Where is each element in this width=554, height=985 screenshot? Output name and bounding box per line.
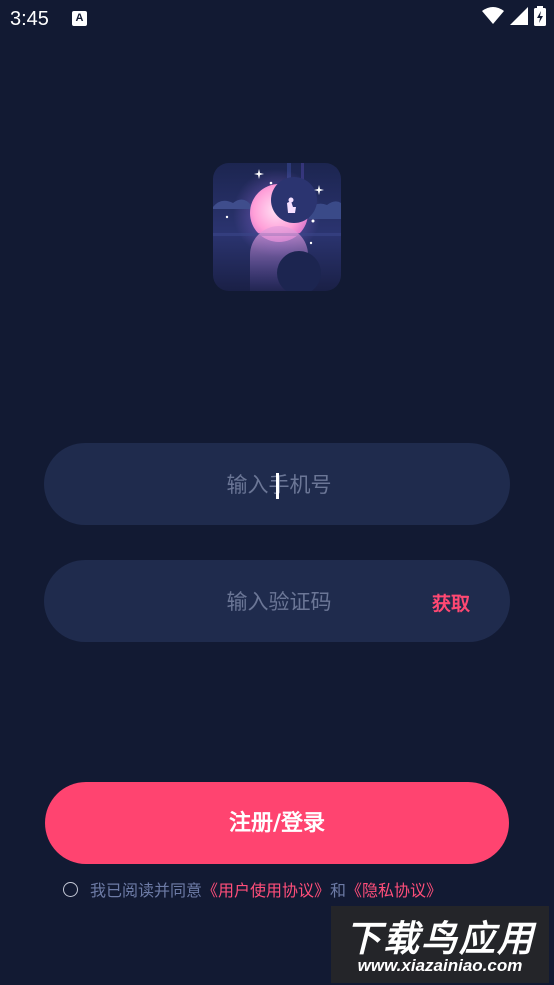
watermark-title: 下载鸟应用 [344, 919, 535, 960]
watermark: 下载鸟应用 www.xiazainiao.com [331, 906, 549, 983]
agreement-conjunction: 和 [330, 881, 347, 900]
status-icons [482, 6, 546, 30]
user-agreement-link[interactable]: 《用户使用协议》 [202, 877, 330, 901]
phone-input[interactable] [44, 443, 514, 527]
battery-charging-icon [534, 6, 546, 30]
agreement-row: 我已阅读并同意 《用户使用协议》 和 《隐私协议》 [63, 877, 442, 901]
register-login-button[interactable]: 注册/登录 [45, 782, 509, 864]
status-time: 3:45 [10, 8, 49, 30]
code-input-field[interactable]: 获取 [44, 560, 514, 644]
moon-logo-icon [213, 163, 341, 291]
text-cursor [276, 473, 279, 499]
notification-icon: A [72, 11, 87, 26]
agreement-prefix: 我已阅读并同意 [90, 881, 203, 900]
get-code-button[interactable]: 获取 [432, 589, 470, 616]
wifi-icon [482, 7, 504, 29]
app-logo [213, 163, 341, 291]
status-bar: 3:45 A [0, 0, 554, 38]
watermark-url: www.xiazainiao.com [357, 956, 523, 975]
privacy-policy-link[interactable]: 《隐私协议》 [346, 877, 442, 901]
agreement-radio[interactable] [63, 881, 78, 897]
signal-icon [510, 7, 528, 29]
